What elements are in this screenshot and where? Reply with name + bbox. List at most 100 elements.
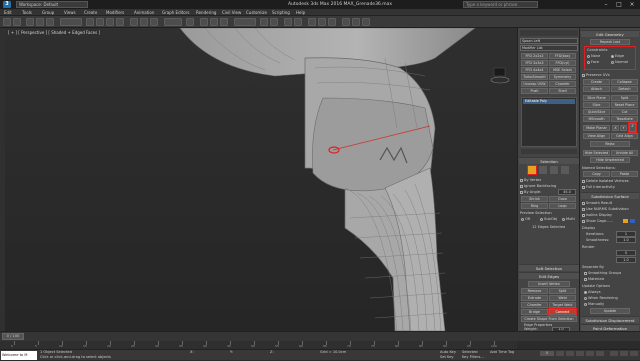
by-angle-checkbox[interactable]: By Angle: (520, 189, 541, 195)
turbosmooth-button[interactable]: TurboSmooth (521, 74, 548, 80)
minimize-icon[interactable]: – (600, 0, 612, 9)
selection-region-icon[interactable] (106, 18, 114, 26)
chamfer-modifier-button[interactable]: Chamfer (549, 81, 576, 87)
subdivision-displacement-rollout-header[interactable]: Subdivision Displacement (581, 316, 639, 323)
extrude-button[interactable]: Extrude (521, 295, 548, 301)
app-logo-icon[interactable]: 3 (3, 1, 11, 8)
subdivision-surface-rollout-header[interactable]: Subdivision Surface (581, 192, 639, 199)
make-planar-button[interactable]: Make Planar (583, 125, 610, 131)
close-icon[interactable]: × (626, 0, 638, 9)
element-mode-icon[interactable] (561, 166, 569, 174)
copy-button[interactable]: Copy (583, 171, 610, 177)
chamfer-button[interactable]: Chamfer (521, 302, 548, 308)
cut-button[interactable]: Cut (611, 109, 638, 115)
ffd-box-button[interactable]: FFD(box) (549, 53, 576, 59)
push-button[interactable]: Push (521, 88, 548, 94)
symmetry-button[interactable]: Symmetry (549, 74, 576, 80)
selection-filter-dropdown[interactable] (60, 18, 82, 26)
smoothness-spinner[interactable]: 1.0 (616, 237, 636, 243)
preview-multi-radio[interactable]: Multi (562, 216, 575, 222)
material-editor-icon[interactable] (328, 18, 336, 26)
current-frame-field[interactable]: 0 (540, 351, 554, 356)
select-by-name-icon[interactable] (96, 18, 104, 26)
update-button[interactable]: Update (590, 308, 630, 314)
ffd-cyl-button[interactable]: FFD(cyl) (549, 60, 576, 66)
menu-animation[interactable]: Animation (134, 9, 154, 16)
paint-deformation-rollout-header[interactable]: Paint Deformation (581, 324, 639, 331)
repeat-last-button[interactable]: Repeat Last (590, 39, 630, 45)
split-edge-button[interactable]: Split (549, 288, 576, 294)
ffd333-button[interactable]: FFD 3x3x3 (521, 60, 548, 66)
insert-vertex-button[interactable]: Insert Vertex (528, 281, 570, 287)
manually-radio[interactable]: Manually (584, 301, 604, 307)
connect-button[interactable]: Connect (548, 308, 577, 316)
preserve-uvs-checkbox[interactable]: Preserve UVs (582, 72, 610, 78)
planar-x-button[interactable]: X (612, 125, 619, 131)
orbit-icon[interactable] (630, 351, 638, 356)
rendered-frame-icon[interactable] (352, 18, 360, 26)
bind-spacewarp-icon[interactable] (46, 18, 54, 26)
slice-plane-button[interactable]: Slice Plane (583, 95, 610, 101)
menu-views[interactable]: Views (64, 9, 76, 16)
ffd444-button[interactable]: FFD 4x4x4 (521, 67, 548, 73)
graphite-toggle-icon[interactable] (294, 18, 302, 26)
target-weld-button[interactable]: Target Weld (549, 302, 576, 308)
menu-civil-view[interactable]: Civil View (222, 9, 241, 16)
reset-plane-button[interactable]: Reset Plane (611, 102, 638, 108)
window-crossing-icon[interactable] (116, 18, 124, 26)
selection-rollout-header[interactable]: Selection (519, 157, 579, 164)
unwrap-uvw-button[interactable]: Unwrap UVW (521, 81, 548, 87)
time-slider-handle[interactable]: 0 / 100 (2, 333, 24, 340)
border-mode-icon[interactable] (539, 166, 547, 174)
angle-snap-icon[interactable] (210, 18, 218, 26)
modifier-stack[interactable]: Editable Poly (521, 97, 577, 147)
unhide-all-button[interactable]: Unhide All (611, 150, 638, 156)
show-cage-checkbox[interactable]: Show Cage...... (582, 218, 613, 224)
edit-edges-rollout-header[interactable]: Edit Edges (519, 272, 579, 279)
goto-end-icon[interactable] (596, 351, 604, 356)
relax-button[interactable]: Relax (590, 141, 630, 147)
viewport-mesh[interactable] (5, 28, 517, 331)
shrink-button[interactable]: Shrink (521, 196, 548, 202)
polygon-mode-icon[interactable] (550, 166, 558, 174)
constraint-normal-radio[interactable]: Normal (611, 59, 628, 65)
shell-button[interactable]: Shell (549, 88, 576, 94)
remove-button[interactable]: Remove (521, 288, 548, 294)
menu-tools[interactable]: Tools (22, 9, 32, 16)
maximize-icon[interactable]: □ (613, 0, 625, 9)
edge-mode-icon[interactable] (527, 165, 537, 175)
render-smoothness-spinner[interactable]: 1.0 (616, 257, 636, 263)
grow-button[interactable]: Grow (549, 196, 576, 202)
paste-button[interactable]: Paste (611, 171, 638, 177)
layer-manager-icon[interactable] (284, 18, 292, 26)
render-teapot-icon[interactable] (362, 18, 370, 26)
link-icon[interactable] (26, 18, 34, 26)
loop-button[interactable]: Loop (549, 203, 576, 209)
object-name-field[interactable]: Spoon Left (520, 38, 578, 44)
maxscript-listener[interactable]: Welcome to M (1, 351, 37, 360)
slice-button[interactable]: Slice (583, 102, 610, 108)
view-align-button[interactable]: View Align (583, 133, 610, 139)
track-bar[interactable]: 0 5 10 15 20 25 30 35 40 45 50 55 60 65 70 75 80 85 90 95 10… (0, 341, 517, 349)
next-frame-icon[interactable] (586, 351, 594, 356)
curve-editor-icon[interactable] (308, 18, 316, 26)
schematic-view-icon[interactable] (318, 18, 326, 26)
menu-help[interactable]: Help (296, 9, 305, 16)
collapse-button[interactable]: Collapse (611, 79, 638, 85)
weld-button[interactable]: Weld (549, 295, 576, 301)
menu-create[interactable]: Create (84, 9, 97, 16)
cage-selection-color-swatch[interactable] (630, 219, 635, 223)
detach-button[interactable]: Detach (611, 86, 638, 92)
menu-scripting[interactable]: Scripting (272, 9, 290, 16)
rotate-icon[interactable] (140, 18, 148, 26)
materials-checkbox[interactable]: Materials (584, 276, 604, 282)
add-time-tag-button[interactable]: Add Time Tag (490, 350, 514, 356)
attach-button[interactable]: Attach (583, 86, 610, 92)
menu-graph-editors[interactable]: Graph Editors (162, 9, 189, 16)
stack-toolbar[interactable] (521, 149, 577, 154)
planar-z-button[interactable]: Z (628, 122, 637, 133)
ffd222-button[interactable]: FFD 2x2x2 (521, 53, 548, 59)
menu-rendering[interactable]: Rendering (196, 9, 216, 16)
split-checkbox[interactable]: Split (611, 95, 638, 101)
full-interactivity-checkbox[interactable]: Full Interactivity (582, 184, 615, 190)
